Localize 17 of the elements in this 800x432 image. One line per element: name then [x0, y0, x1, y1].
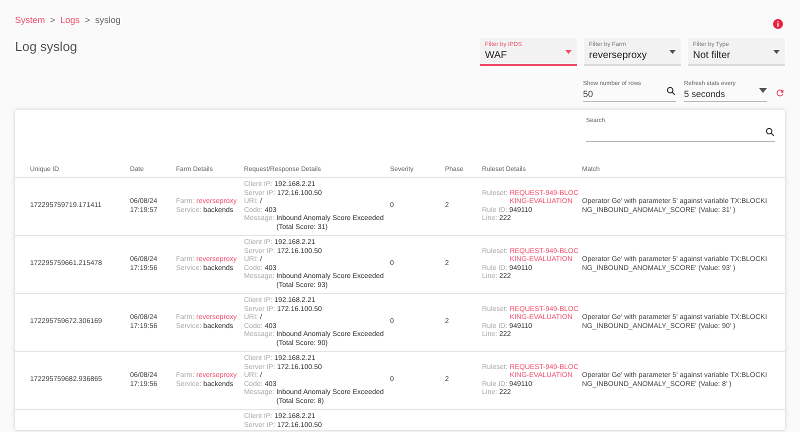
filter-value: WAF — [485, 49, 508, 62]
caret-icon — [759, 88, 767, 93]
caret-icon — [565, 50, 572, 54]
page-title: Log syslog — [15, 38, 78, 56]
caret-icon — [669, 50, 676, 54]
refresh-icon[interactable] — [775, 88, 785, 98]
search-icon — [666, 86, 676, 96]
rows-value: 50 — [583, 88, 594, 100]
search-icon — [765, 127, 775, 137]
breadcrumb-current: syslog — [95, 14, 121, 28]
breadcrumb-separator: > — [50, 14, 56, 28]
caret-icon — [773, 50, 780, 54]
filter-value: Not filter — [693, 49, 730, 62]
info-icon[interactable] — [773, 19, 783, 29]
refresh-value: 5 seconds — [684, 88, 726, 100]
breadcrumb-separator: > — [84, 14, 90, 28]
filter-value: reverseproxy — [589, 49, 647, 62]
